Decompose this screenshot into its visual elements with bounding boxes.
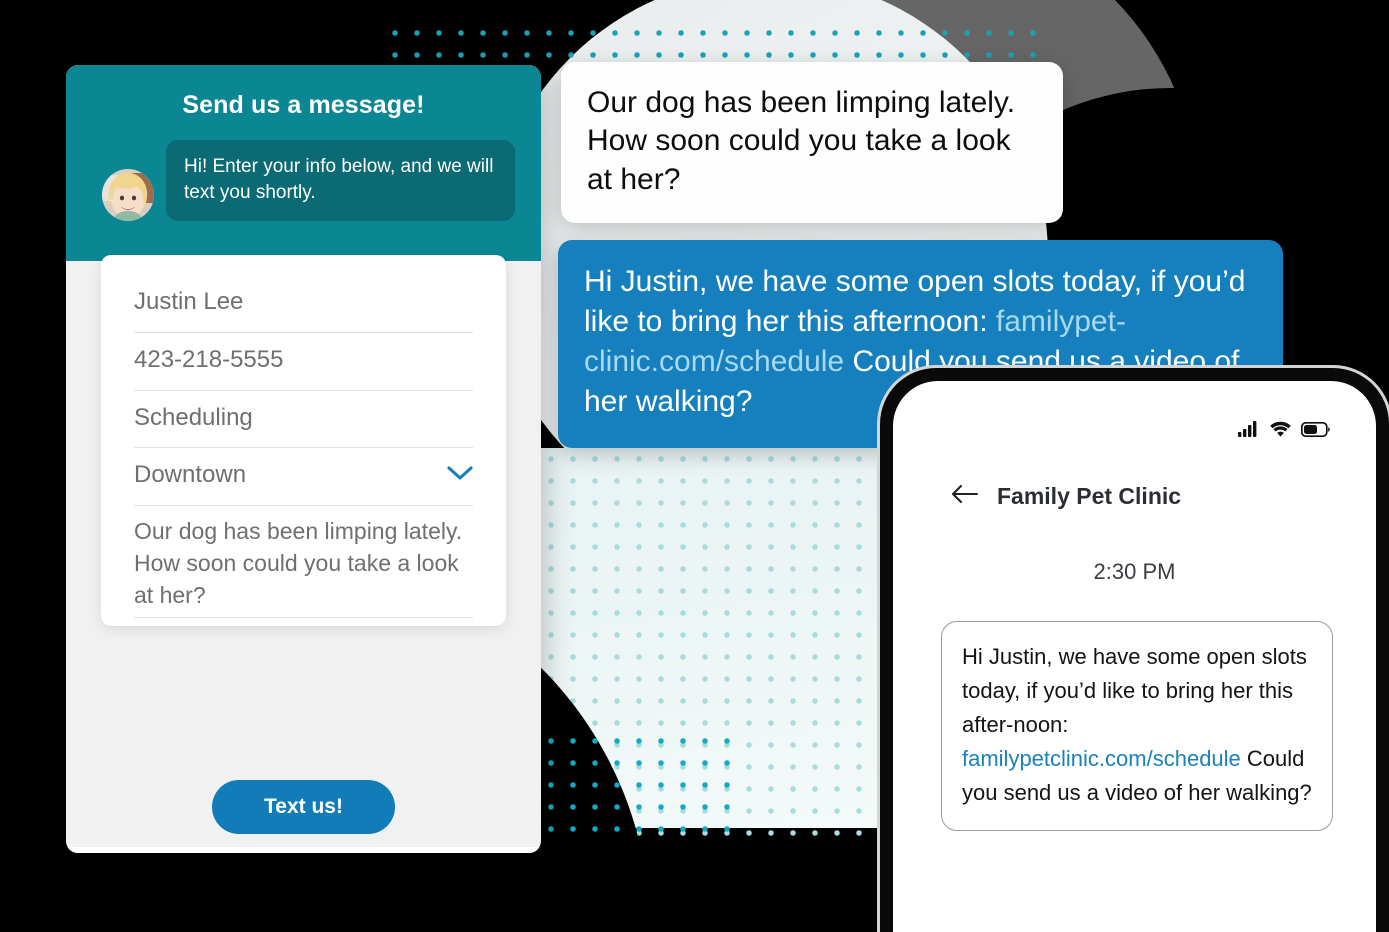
phone-status-bar — [1238, 421, 1330, 442]
screenshot-stage: Send us a message! Hi! Enter your info b… — [0, 0, 1389, 932]
field-topic[interactable]: Scheduling — [134, 391, 473, 449]
widget-header: Send us a message! Hi! Enter your info b… — [66, 65, 541, 262]
phone-message-bubble: Hi Justin, we have some open slots today… — [941, 621, 1333, 832]
avatar-image — [102, 169, 154, 222]
phone-number-value[interactable]: 423-218-5555 — [134, 343, 283, 378]
field-phone-number[interactable]: 423-218-5555 — [134, 333, 473, 391]
field-location-select[interactable]: Downtown — [134, 448, 473, 507]
wifi-icon — [1270, 421, 1291, 442]
field-full-name[interactable]: Justin Lee — [134, 275, 473, 333]
incoming-message-bubble: Our dog has been limping lately. How soo… — [561, 62, 1063, 224]
widget-title: Send us a message! — [182, 91, 425, 119]
widget-footer — [66, 847, 541, 853]
greeting-bubble: Hi! Enter your info below, and we will t… — [166, 140, 515, 222]
text-us-widget: Send us a message! Hi! Enter your info b… — [66, 65, 541, 853]
cellular-signal-icon — [1238, 421, 1260, 442]
submit-row: Text us! — [66, 780, 541, 834]
text-us-button[interactable]: Text us! — [212, 780, 395, 834]
phone-mockup: Family Pet Clinic 2:30 PM Hi Justin, we … — [880, 368, 1389, 932]
chevron-down-icon[interactable] — [447, 465, 473, 486]
lead-capture-form: Justin Lee 423-218-5555 Scheduling Downt… — [101, 255, 506, 627]
full-name-value[interactable]: Justin Lee — [134, 285, 243, 320]
field-message[interactable]: Our dog has been limping lately. How soo… — [134, 506, 473, 619]
location-value[interactable]: Downtown — [134, 458, 246, 493]
phone-screen: Family Pet Clinic 2:30 PM Hi Justin, we … — [893, 381, 1376, 932]
phone-message-timestamp: 2:30 PM — [1093, 559, 1176, 584]
battery-icon — [1300, 421, 1330, 442]
phone-message-text: Hi Justin, we have some open slots today… — [962, 640, 1312, 810]
agent-avatar — [102, 169, 154, 222]
incoming-message-text: Our dog has been limping lately. How soo… — [587, 86, 1016, 196]
phone-nav-bar: Family Pet Clinic — [951, 483, 1181, 510]
phone-text-part1: Hi Justin, we have some open slots today… — [962, 644, 1307, 738]
phone-scheduling-link[interactable]: familypetclinic.com/schedule — [962, 746, 1241, 771]
message-value[interactable]: Our dog has been limping lately. How soo… — [134, 516, 473, 611]
decorative-dot-grid-bottom-left — [540, 730, 730, 840]
phone-conversation-title: Family Pet Clinic — [997, 483, 1182, 509]
outgoing-text-part1: Hi Justin, we have some open slots today… — [584, 265, 1246, 338]
back-arrow-icon[interactable] — [951, 484, 979, 509]
topic-value[interactable]: Scheduling — [134, 401, 253, 436]
greeting-row: Hi! Enter your info below, and we will t… — [66, 140, 541, 222]
